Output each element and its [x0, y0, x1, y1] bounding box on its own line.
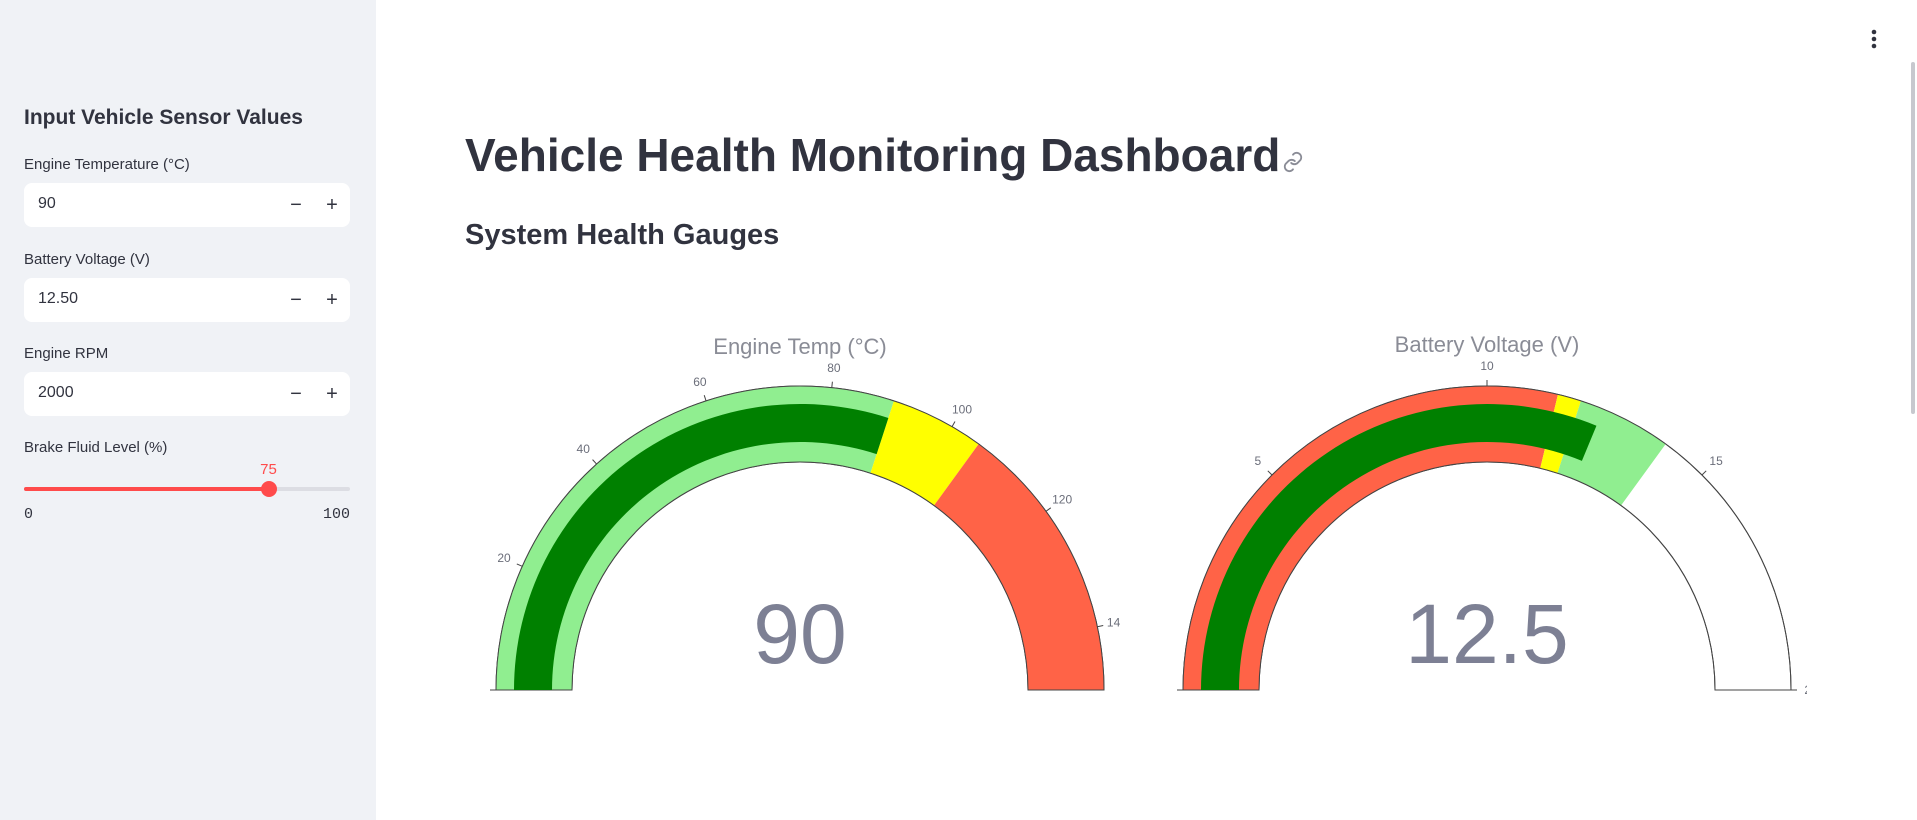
gauge-tick-mark — [951, 421, 956, 427]
engine-rpm-label: Engine RPM — [24, 345, 109, 362]
gauge-tick-mark — [516, 563, 523, 567]
gauge-tick-mark — [1701, 470, 1707, 476]
scrollbar[interactable] — [1911, 62, 1915, 414]
sidebar: Input Vehicle Sensor Values Engine Tempe… — [0, 0, 376, 820]
battery-voltage-label: Battery Voltage (V) — [24, 251, 150, 268]
battery-voltage-decrement-button[interactable]: − — [278, 278, 314, 322]
engine-temp-gauge-title: Engine Temp (°C) — [713, 334, 886, 359]
page-title: Vehicle Health Monitoring Dashboard — [465, 129, 1281, 181]
gauge-tick-mark — [1267, 470, 1273, 476]
gauge-tick-label: 40 — [577, 442, 591, 456]
gauge-tick-mark — [1045, 507, 1052, 512]
engine-rpm-input[interactable]: 2000 − + — [24, 372, 350, 416]
gauge-tick-mark — [1097, 625, 1104, 628]
brake-fluid-slider-max: 100 — [322, 506, 350, 523]
battery-voltage-gauge-value: 12.5 — [1405, 587, 1569, 681]
gauge-tick-label: 5 — [1255, 454, 1262, 468]
gauge-tick-mark — [831, 381, 833, 388]
gauge-tick-label: 20 — [1804, 683, 1807, 697]
gauge-tick-label: 20 — [497, 551, 511, 565]
link-icon[interactable] — [1282, 151, 1304, 173]
engine-rpm-value[interactable]: 2000 — [38, 384, 74, 402]
engine-temp-value[interactable]: 90 — [38, 195, 56, 213]
battery-voltage-gauge: Battery Voltage (V) 05101520 12.5 — [1177, 332, 1807, 697]
gauge-tick-mark — [703, 395, 707, 402]
kebab-menu-icon[interactable] — [1868, 26, 1880, 52]
engine-temp-label: Engine Temperature (°C) — [24, 156, 190, 173]
brake-fluid-label: Brake Fluid Level (%) — [24, 439, 168, 456]
gauge-tick-label: 80 — [827, 361, 841, 375]
engine-temp-gauge-value: 90 — [753, 587, 846, 681]
gauge-tick-label: 100 — [952, 402, 972, 416]
gauge-tick-mark — [592, 459, 597, 465]
engine-temp-increment-button[interactable]: + — [314, 183, 350, 227]
engine-temp-decrement-button[interactable]: − — [278, 183, 314, 227]
engine-temp-gauge: Engine Temp (°C) 020406080100120140 90 — [490, 334, 1120, 691]
brake-fluid-slider-fill — [24, 487, 269, 491]
gauge-tick-label: 60 — [693, 375, 707, 389]
gauge-tick-label: 120 — [1052, 493, 1072, 507]
battery-voltage-value[interactable]: 12.50 — [38, 290, 78, 308]
battery-voltage-input[interactable]: 12.50 − + — [24, 278, 350, 322]
brake-fluid-slider-value: 75 — [260, 461, 277, 478]
sidebar-heading: Input Vehicle Sensor Values — [24, 106, 303, 129]
battery-voltage-gauge-title: Battery Voltage (V) — [1395, 332, 1580, 357]
battery-voltage-increment-button[interactable]: + — [314, 278, 350, 322]
engine-temp-input[interactable]: 90 − + — [24, 183, 350, 227]
gauge-tick-label: 10 — [1480, 359, 1494, 373]
engine-rpm-increment-button[interactable]: + — [314, 372, 350, 416]
engine-rpm-decrement-button[interactable]: − — [278, 372, 314, 416]
gauge-tick-label: 140 — [1107, 616, 1120, 630]
brake-fluid-slider-thumb[interactable] — [260, 481, 277, 497]
brake-fluid-slider-min: 0 — [24, 506, 34, 523]
gauge-tick-label: 15 — [1709, 454, 1723, 468]
section-subheader: System Health Gauges — [465, 219, 780, 251]
brake-fluid-slider[interactable] — [24, 481, 350, 497]
